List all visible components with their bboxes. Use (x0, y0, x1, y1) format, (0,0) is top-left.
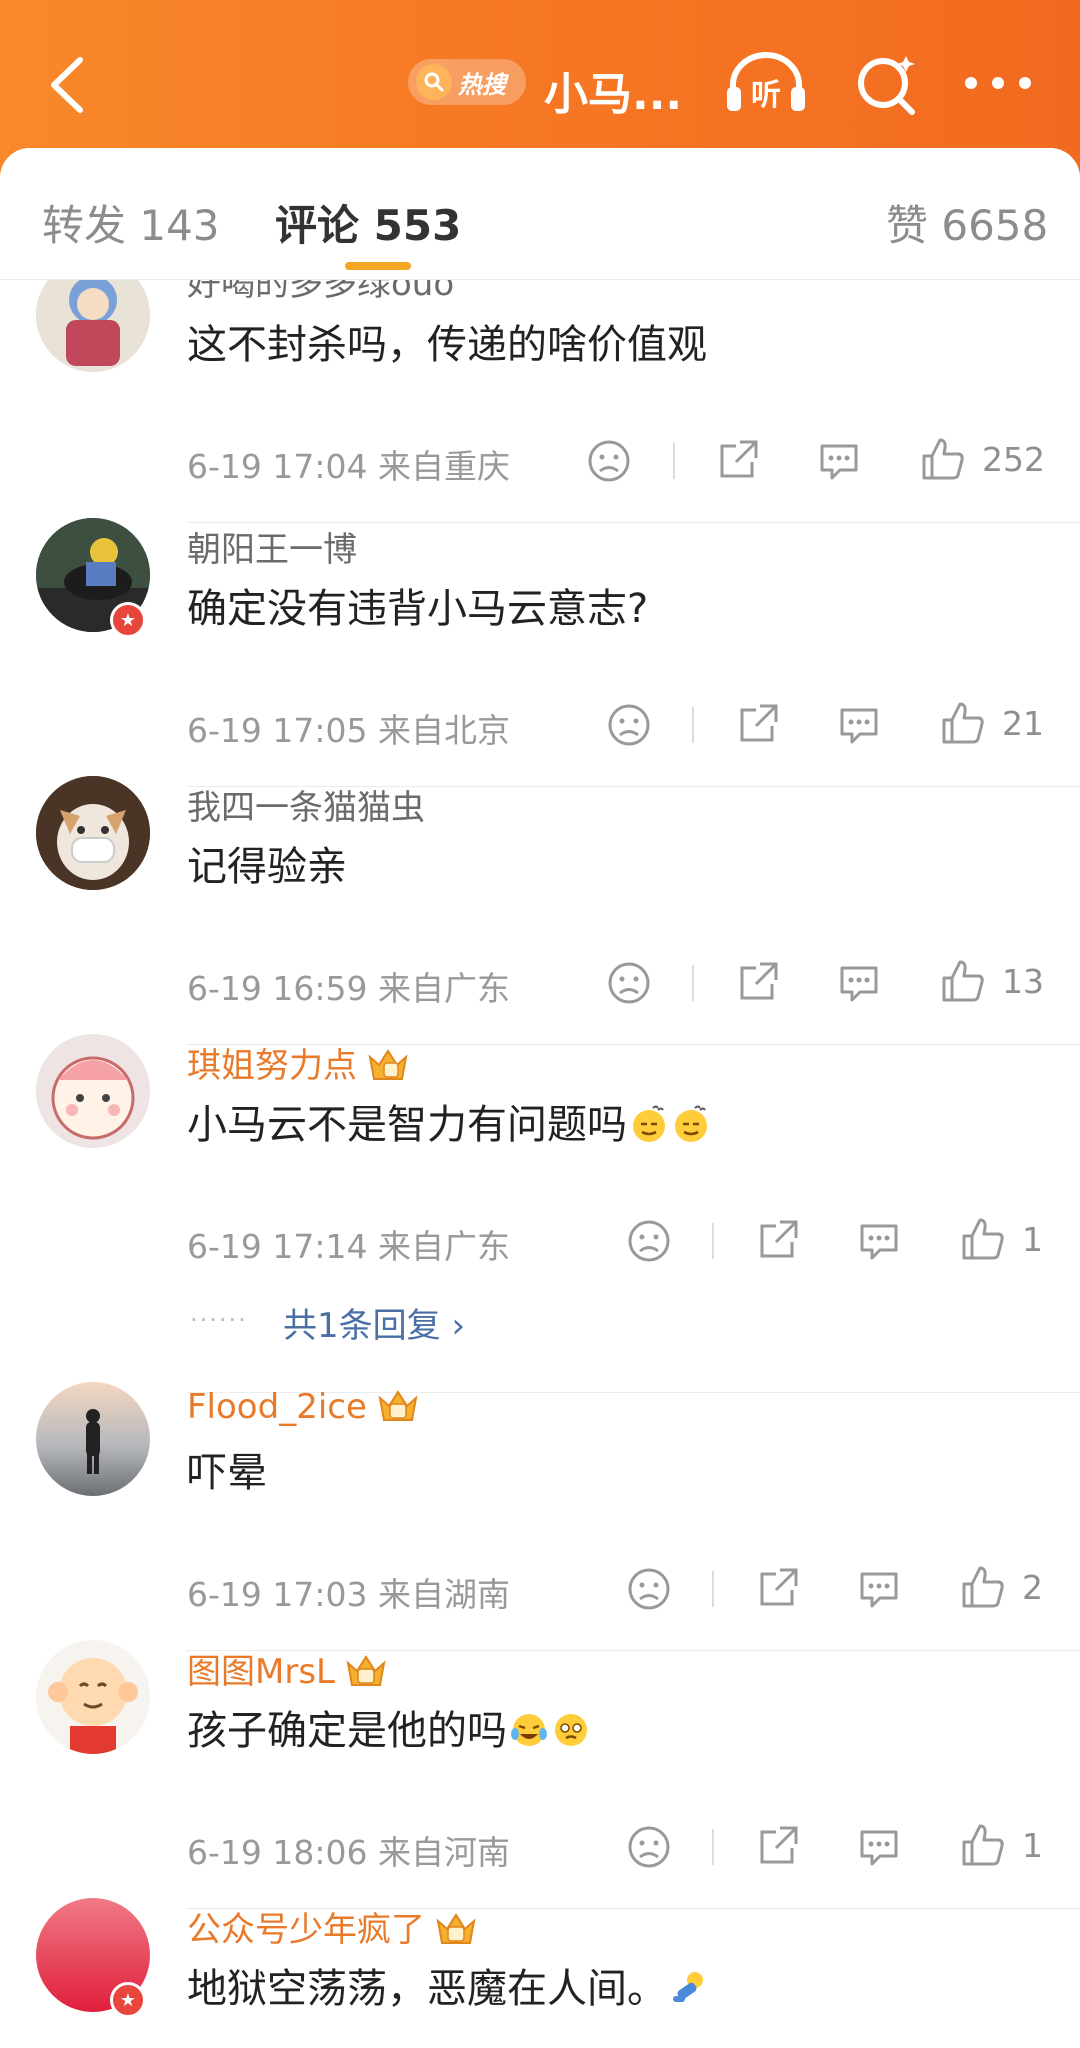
page-title: 小马... (544, 69, 683, 120)
share-icon[interactable] (712, 436, 762, 486)
crying-laughing-emoji-icon (511, 1714, 547, 1746)
frown-face-icon[interactable] (604, 958, 654, 1008)
holding-back-tears-emoji-icon (555, 1714, 587, 1746)
hot-search-label: 热搜 (458, 70, 506, 99)
comment-username[interactable]: 图图MrsL (187, 1644, 387, 1693)
comment-time: 6-19 17:04 来自重庆 (187, 447, 510, 486)
action-separator (712, 1223, 714, 1259)
more-dots-icon[interactable] (962, 68, 1034, 98)
action-separator (692, 965, 694, 1001)
tab-reposts[interactable]: 转发 143 (42, 192, 220, 253)
verified-badge-icon: ★ (110, 602, 146, 638)
tab-comments[interactable]: 评论 553 (275, 192, 461, 253)
comment-time: 6-19 17:14 来自广东 (187, 1227, 510, 1266)
hot-search-badge[interactable]: 热搜 (408, 59, 526, 105)
search-magnifier-icon (416, 64, 452, 100)
reply-dots: ······ (190, 1306, 248, 1334)
comment-text: 记得验亲 (187, 844, 347, 890)
sweat-smile-emoji-icon (675, 1105, 707, 1142)
comment-bubble-icon[interactable] (854, 1216, 904, 1266)
crown-vip-icon (436, 1913, 476, 1944)
verified-badge-icon: ★ (110, 1982, 146, 2018)
avatar[interactable] (36, 776, 150, 890)
thumb-up-icon[interactable] (938, 698, 988, 748)
headphones-listen-icon[interactable]: 听 (723, 47, 809, 117)
avatar[interactable] (36, 1640, 150, 1754)
thumb-up-icon[interactable] (958, 1562, 1008, 1612)
avatar[interactable] (36, 1034, 150, 1148)
comments-panel: 转发 143 评论 553 赞 6658 好喝的多多绿ouo 这不封杀吗，传递的… (0, 148, 1080, 2048)
thumb-up-icon[interactable] (938, 956, 988, 1006)
share-icon[interactable] (732, 700, 782, 750)
view-replies-link[interactable]: 共1条回复 › (283, 1298, 465, 1347)
frown-face-icon[interactable] (624, 1216, 674, 1266)
comment-username[interactable]: 公众号少年疯了 (187, 1902, 477, 1951)
crown-vip-icon (368, 1049, 408, 1080)
comment-bubble-icon[interactable] (854, 1822, 904, 1872)
share-icon[interactable] (752, 1564, 802, 1614)
frown-face-icon[interactable] (604, 700, 654, 750)
comment-text: 这不封杀吗，传递的啥价值观 (187, 322, 707, 368)
frown-face-icon[interactable] (584, 436, 634, 486)
comment-bubble-icon[interactable] (834, 700, 884, 750)
comment-time: 6-19 16:59 来自广东 (187, 969, 510, 1008)
sweat-smile-emoji-icon (633, 1105, 665, 1142)
like-count: 1 (1022, 1826, 1043, 1865)
crown-vip-icon (378, 1390, 418, 1421)
frown-face-icon[interactable] (624, 1822, 674, 1872)
comment-bubble-icon[interactable] (854, 1564, 904, 1614)
comment-bubble-icon[interactable] (834, 958, 884, 1008)
comment-text: 地狱空荡荡，恶魔在人间。 (187, 1956, 709, 2014)
comment-bubble-icon[interactable] (814, 436, 864, 486)
person-emoji-icon (673, 1972, 703, 2002)
action-separator (712, 1571, 714, 1607)
share-icon[interactable] (752, 1822, 802, 1872)
like-count: 252 (982, 440, 1045, 479)
active-tab-indicator (345, 262, 411, 270)
tab-bar: 转发 143 评论 553 赞 6658 (0, 148, 1080, 280)
action-separator (692, 707, 694, 743)
share-icon[interactable] (752, 1216, 802, 1266)
like-count: 21 (1002, 704, 1044, 743)
action-separator (712, 1829, 714, 1865)
comment-text: 小马云不是智力有问题吗 (187, 1092, 711, 1150)
comment-time: 6-19 17:03 来自湖南 (187, 1575, 510, 1614)
like-count: 2 (1022, 1568, 1043, 1607)
tab-likes[interactable]: 赞 6658 (886, 192, 1048, 253)
like-count: 13 (1002, 962, 1044, 1001)
comment-time: 6-19 18:06 来自河南 (187, 1833, 510, 1872)
avatar[interactable] (36, 1382, 150, 1496)
share-icon[interactable] (732, 958, 782, 1008)
crown-vip-icon (346, 1655, 386, 1686)
action-separator (673, 443, 675, 479)
comment-text: 吓晕 (187, 1450, 267, 1496)
back-arrow-icon[interactable] (36, 50, 106, 120)
search-icon[interactable] (854, 52, 920, 118)
comment-username[interactable]: 朝阳王一博 (187, 522, 357, 571)
comment-username[interactable]: 琪姐努力点 (187, 1038, 409, 1087)
listen-label: 听 (751, 78, 781, 113)
comment-username[interactable]: 我四一条猫猫虫 (187, 780, 425, 829)
comment-username[interactable]: Flood_2ice (187, 1386, 419, 1427)
thumb-up-icon[interactable] (918, 434, 968, 484)
thumb-up-icon[interactable] (958, 1820, 1008, 1870)
thumb-up-icon[interactable] (958, 1214, 1008, 1264)
comment-time: 6-19 17:05 来自北京 (187, 711, 510, 750)
like-count: 1 (1022, 1220, 1043, 1259)
frown-face-icon[interactable] (624, 1564, 674, 1614)
comment-text: 孩子确定是他的吗 (187, 1698, 591, 1756)
comment-text: 确定没有违背小马云意志? (187, 586, 649, 632)
